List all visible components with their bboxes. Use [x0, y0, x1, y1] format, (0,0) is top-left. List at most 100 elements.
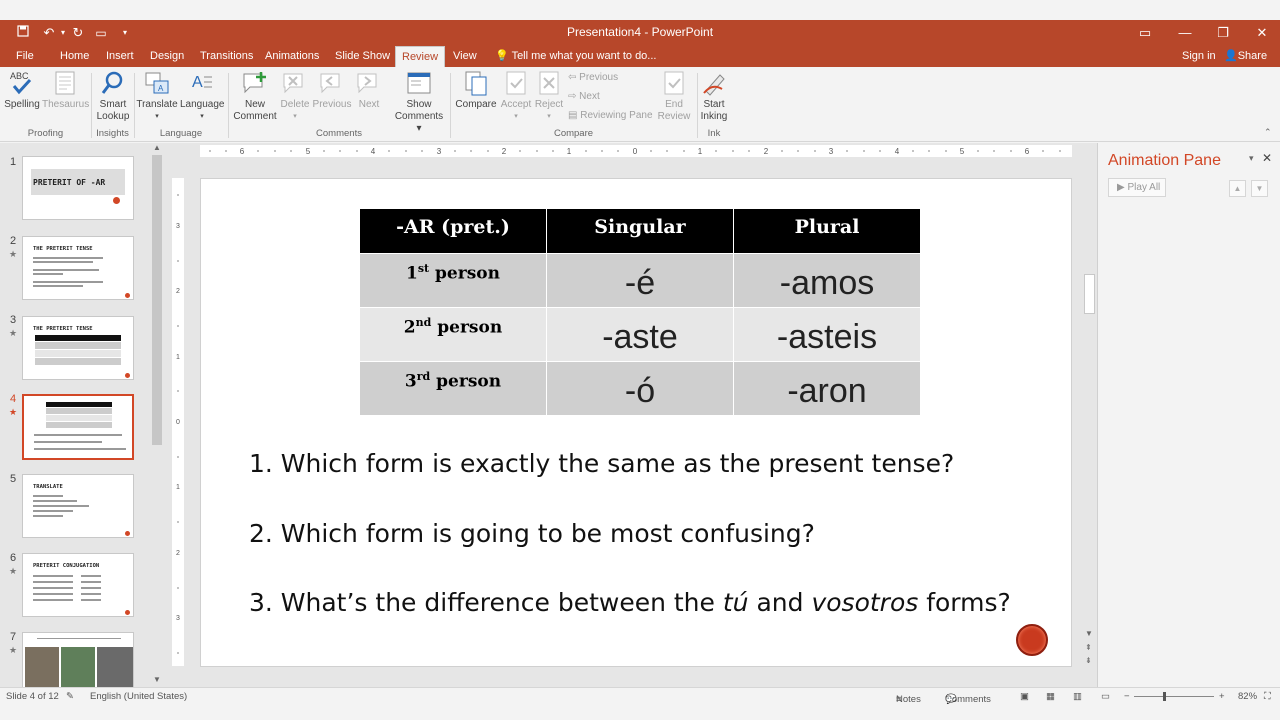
language-status[interactable]: English (United States) — [90, 691, 187, 702]
show-comments-button[interactable]: Show Comments ▾ — [392, 69, 446, 135]
comments-label: Comments — [945, 694, 991, 705]
singular-ending-cell[interactable]: -aste — [546, 307, 734, 362]
collapse-ribbon-icon[interactable]: ⌃ — [1264, 127, 1272, 138]
zoom-out-icon[interactable]: − — [1124, 691, 1130, 702]
slide-thumbnail-4[interactable] — [22, 394, 134, 460]
tab-insert[interactable]: Insert — [100, 46, 140, 67]
normal-view-icon[interactable]: ▣ — [1020, 691, 1029, 702]
zoom-level[interactable]: 82% — [1238, 691, 1257, 702]
slide-canvas[interactable]: -AR (pret.) Singular Plural 1st person -… — [200, 178, 1072, 667]
scroll-down-icon[interactable]: ▼ — [153, 675, 161, 684]
person-cell[interactable]: 2nd person — [359, 307, 547, 362]
scroll-up-icon[interactable]: ▲ — [153, 143, 161, 152]
slide-thumbnail-2[interactable]: THE PRETERIT TENSE — [22, 236, 134, 300]
accept-button[interactable]: Accept ▾ — [498, 69, 534, 123]
maximize-icon[interactable]: ❐ — [1203, 22, 1243, 44]
table-header-cell[interactable]: -AR (pret.) — [359, 208, 547, 254]
slideshow-icon[interactable]: ▭ — [1101, 691, 1110, 702]
table-row: 2nd person -aste -asteis — [359, 307, 921, 362]
pane-options-icon[interactable]: ▾ — [1249, 153, 1254, 164]
thesaurus-button[interactable]: Thesaurus — [42, 69, 89, 111]
tab-home[interactable]: Home — [54, 46, 95, 67]
slide-thumbnail-1[interactable]: PRETERIT OF -AR — [22, 156, 134, 220]
question-1[interactable]: 1. Which form is exactly the same as the… — [249, 449, 954, 478]
close-icon[interactable]: ✕ — [1242, 22, 1280, 44]
slide-thumbnail-6[interactable]: PRETERIT CONJUGATION — [22, 553, 134, 617]
question-3-text: forms? — [918, 588, 1011, 617]
smart-lookup-button[interactable]: Smart Lookup — [94, 69, 132, 123]
scroll-thumb[interactable] — [1084, 274, 1095, 314]
reading-view-icon[interactable]: ▥ — [1073, 691, 1082, 702]
slide-thumbnail-7[interactable] — [22, 632, 134, 687]
thumbnail-number: 3 — [10, 314, 17, 326]
next-comment-button[interactable]: Next — [352, 69, 386, 111]
start-inking-button[interactable]: Start Inking — [698, 69, 730, 123]
ribbon-display-icon[interactable]: ▭ — [1125, 22, 1165, 44]
slide-thumbnail-3[interactable]: THE PRETERIT TENSE — [22, 316, 134, 380]
reviewing-pane-button[interactable]: ▤ Reviewing Pane — [568, 110, 653, 121]
question-2[interactable]: 2. Which form is going to be most confus… — [249, 519, 815, 548]
previous-comment-button[interactable]: Previous — [312, 69, 352, 111]
editor-scrollbar[interactable]: ▼ ⇞ ⇟ — [1083, 143, 1096, 670]
zoom-in-icon[interactable]: + — [1219, 691, 1225, 702]
slide-thumbnail-5[interactable]: TRANSLATE — [22, 474, 134, 538]
compare-next-button[interactable]: ⇨ Next — [568, 91, 600, 102]
zoom-slider-track[interactable] — [1134, 696, 1214, 697]
compare-previous-button[interactable]: ⇦ Previous — [568, 72, 618, 83]
thumbnail-line — [33, 505, 89, 507]
thumbnail-number: 7 — [10, 631, 17, 643]
play-all-label: Play All — [1127, 182, 1161, 193]
plural-ending-cell[interactable]: -amos — [733, 253, 921, 308]
thumbnail-line — [81, 587, 101, 589]
tab-view[interactable]: View — [447, 46, 483, 67]
tab-slide-show[interactable]: Slide Show — [329, 46, 396, 67]
thumbnail-table-row — [46, 408, 112, 414]
sign-in-link[interactable]: Sign in — [1182, 46, 1216, 67]
fit-slide-icon[interactable]: ⛶ — [1264, 691, 1271, 702]
move-down-icon[interactable]: ▼ — [1251, 180, 1268, 197]
language-button[interactable]: A Language ▾ — [180, 69, 225, 123]
new-comment-button[interactable]: New Comment — [232, 69, 278, 123]
plural-ending-cell[interactable]: -asteis — [733, 307, 921, 362]
translate-button[interactable]: A Translate ▾ — [136, 69, 178, 123]
question-3[interactable]: 3. What’s the difference between the tú … — [249, 588, 1011, 617]
scroll-thumb[interactable] — [152, 155, 162, 445]
thumbnail-line — [81, 599, 101, 601]
thumbnail-scrollbar[interactable]: ▲ ▼ — [151, 143, 163, 687]
thumbnail-number: 5 — [10, 473, 17, 485]
previous-slide-icon[interactable]: ⇞ — [1085, 643, 1092, 652]
slide-sorter-icon[interactable]: ▦ — [1046, 691, 1055, 702]
thumbnail-number: 6 — [10, 552, 17, 564]
tab-review[interactable]: Review — [395, 46, 446, 67]
delete-comment-button[interactable]: Delete ▾ — [278, 69, 312, 123]
tab-animations[interactable]: Animations — [259, 46, 325, 67]
close-pane-icon[interactable]: ✕ — [1262, 151, 1272, 165]
plural-ending-cell[interactable]: -aron — [733, 361, 921, 416]
share-button[interactable]: 👤Share — [1224, 46, 1267, 67]
tab-transitions[interactable]: Transitions — [194, 46, 259, 67]
tab-design[interactable]: Design — [144, 46, 190, 67]
minimize-icon[interactable]: — — [1165, 22, 1205, 44]
move-up-icon[interactable]: ▲ — [1229, 180, 1246, 197]
table-header-cell[interactable]: Singular — [546, 208, 734, 254]
tab-file[interactable]: File — [10, 46, 40, 67]
scroll-down-icon[interactable]: ▼ — [1085, 629, 1093, 638]
play-all-button[interactable]: ▶ Play All — [1108, 178, 1166, 197]
tell-me-search[interactable]: 💡 Tell me what you want to do... — [495, 46, 656, 67]
person-cell[interactable]: 3rd person — [359, 361, 547, 416]
thumbnail-line — [33, 273, 63, 275]
animation-star-icon: ★ — [9, 328, 18, 338]
reject-button[interactable]: Reject ▾ — [534, 69, 564, 123]
next-slide-icon[interactable]: ⇟ — [1085, 656, 1092, 665]
zoom-slider-thumb[interactable] — [1163, 692, 1166, 701]
spelling-button[interactable]: ABC Spelling — [2, 69, 42, 111]
singular-ending-cell[interactable]: -ó — [546, 361, 734, 416]
person-number: 2 — [403, 317, 416, 338]
conjugation-table[interactable]: -AR (pret.) Singular Plural 1st person -… — [359, 208, 921, 416]
compare-button[interactable]: Compare — [454, 69, 498, 111]
singular-ending-cell[interactable]: -é — [546, 253, 734, 308]
end-review-button[interactable]: End Review — [654, 69, 694, 123]
spell-check-icon[interactable]: ✎ — [66, 691, 74, 702]
person-cell[interactable]: 1st person — [359, 253, 547, 308]
table-header-cell[interactable]: Plural — [733, 208, 921, 254]
